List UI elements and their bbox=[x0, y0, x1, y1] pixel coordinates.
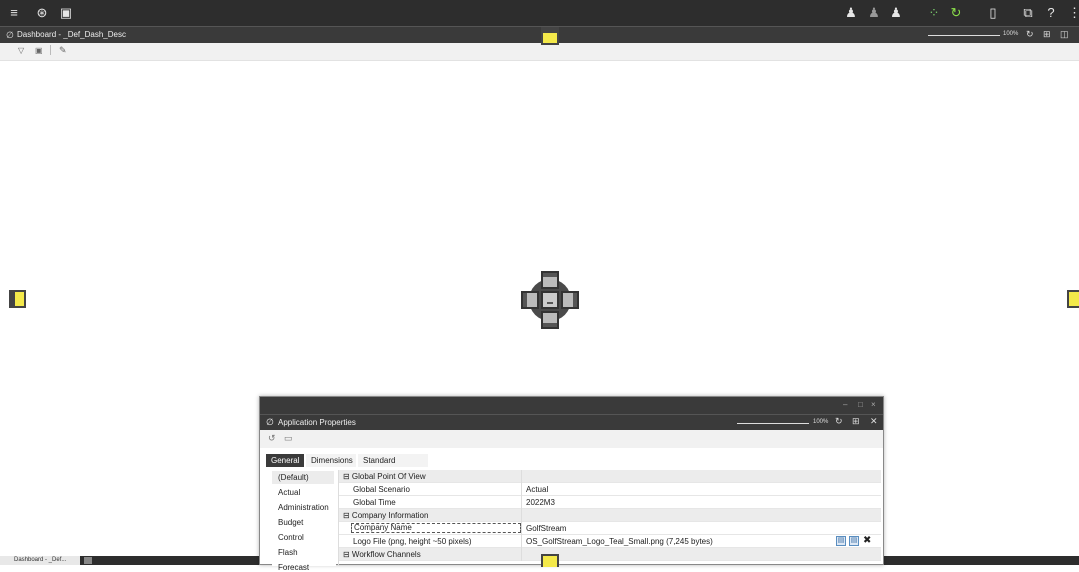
user-icon[interactable]: ♟ bbox=[866, 5, 882, 21]
pin-icon[interactable]: ⊞ bbox=[852, 416, 860, 427]
pin-icon[interactable]: ⊞ bbox=[1043, 29, 1051, 40]
undo-icon[interactable]: ↺ bbox=[268, 433, 276, 444]
column-divider bbox=[521, 483, 522, 496]
list-item[interactable]: Forecast bbox=[278, 563, 309, 572]
list-item[interactable]: Administration bbox=[278, 503, 329, 512]
minimize-icon[interactable]: – bbox=[843, 400, 847, 409]
property-value[interactable]: 2022M3 bbox=[526, 498, 555, 507]
application-properties-dialog: – □ × ∅ Application Properties 100% ↻ ⊞ … bbox=[259, 396, 884, 572]
tab-dashboard[interactable]: Dashboard - _Def... bbox=[0, 556, 80, 565]
export-file-icon[interactable]: ▤ bbox=[849, 536, 859, 546]
app-logo-icon: ∅ bbox=[266, 417, 274, 427]
column-divider bbox=[521, 496, 522, 509]
more-icon[interactable]: ⋮ bbox=[1068, 5, 1079, 21]
zoom-level: 100% bbox=[1003, 31, 1019, 37]
property-category[interactable]: ⊟ Workflow Channels bbox=[339, 548, 881, 561]
list-item[interactable]: (Default) bbox=[278, 473, 309, 482]
window-icon[interactable]: ⧉ bbox=[1020, 5, 1036, 21]
open-file-icon[interactable]: ▤ bbox=[836, 536, 846, 546]
documents-icon[interactable]: ▣ bbox=[58, 5, 74, 21]
dialog-title-bar: ∅ Application Properties 100% ↻ ⊞ ✕ bbox=[260, 414, 883, 430]
column-divider bbox=[521, 548, 522, 561]
dialog-toolbar: ↺ ▭ bbox=[260, 430, 883, 448]
property-grid: ⊟ Global Point Of View Global Scenario A… bbox=[338, 470, 881, 566]
delete-icon[interactable]: ✖ bbox=[863, 535, 871, 546]
dashboard-title-bar: ∅ Dashboard - _Def_Dash_Desc 100% ↻ ⊞ ◫ bbox=[0, 26, 1079, 43]
dock-compass bbox=[520, 270, 580, 330]
column-divider bbox=[521, 509, 522, 522]
list-item[interactable]: Control bbox=[278, 533, 304, 542]
tab-dimensions[interactable]: Dimensions bbox=[306, 454, 356, 467]
list-item[interactable]: Flash bbox=[278, 548, 298, 557]
dock-compass-top[interactable] bbox=[541, 271, 559, 289]
property-value[interactable]: Actual bbox=[526, 485, 548, 494]
property-value[interactable]: OS_GolfStream_Logo_Teal_Small.png (7,245… bbox=[526, 537, 713, 546]
list-item[interactable]: Budget bbox=[278, 518, 303, 527]
category-label: ⊟ Global Point Of View bbox=[343, 472, 426, 481]
dock-compass-bottom[interactable] bbox=[541, 311, 559, 329]
filter-icon[interactable]: ▽ bbox=[18, 46, 24, 55]
spinner-icon[interactable]: ⁘ bbox=[926, 5, 942, 21]
property-category[interactable]: ⊟ Global Point Of View bbox=[339, 470, 881, 483]
dashboard-title: Dashboard - _Def_Dash_Desc bbox=[17, 30, 126, 39]
list-item[interactable]: Actual bbox=[278, 488, 300, 497]
zoom-slider[interactable] bbox=[737, 423, 809, 424]
user-alert-icon[interactable]: ♟ bbox=[888, 5, 904, 21]
user-manage-icon[interactable]: ♟ bbox=[843, 5, 859, 21]
property-label: Logo File (png, height ~50 pixels) bbox=[353, 537, 472, 546]
close-icon[interactable]: ✕ bbox=[870, 416, 878, 427]
property-label: Global Time bbox=[353, 498, 396, 507]
category-label: ⊟ Company Information bbox=[343, 511, 429, 520]
close-window-icon[interactable]: × bbox=[871, 400, 876, 409]
dock-compass-left[interactable] bbox=[521, 291, 539, 309]
tab-general[interactable]: General bbox=[266, 454, 304, 467]
property-label: Global Scenario bbox=[353, 485, 410, 494]
property-category[interactable]: ⊟ Company Information bbox=[339, 509, 881, 522]
zoom-level: 100% bbox=[813, 419, 829, 425]
column-divider bbox=[521, 535, 522, 548]
panel-icon[interactable]: ◫ bbox=[1060, 29, 1069, 40]
dashboard-logo-icon: ∅ bbox=[6, 30, 14, 40]
dialog-title: Application Properties bbox=[278, 418, 356, 427]
dock-compass-right[interactable] bbox=[561, 291, 579, 309]
property-row[interactable]: Company Name GolfStream bbox=[339, 522, 881, 535]
dock-right-indicator[interactable] bbox=[1067, 290, 1079, 308]
clipboard-icon[interactable]: ▯ bbox=[985, 5, 1001, 21]
dock-top-indicator[interactable] bbox=[541, 27, 559, 45]
column-divider bbox=[521, 470, 522, 483]
dialog-caption-bar: – □ × bbox=[260, 397, 883, 414]
tab-standard-reports[interactable]: Standard Reports bbox=[358, 454, 428, 478]
dock-left-indicator[interactable] bbox=[9, 290, 26, 308]
property-row[interactable]: Global Time 2022M3 bbox=[339, 496, 881, 509]
app-top-bar: ≡ ⊛ ▣ ♟ ♟ ♟ ⁘ ↻ ▯ ⧉ ? ⋮ bbox=[0, 0, 1079, 26]
refresh-icon[interactable]: ↻ bbox=[835, 416, 843, 427]
category-label: ⊟ Workflow Channels bbox=[343, 550, 421, 559]
pencil-icon[interactable]: ✎ bbox=[59, 45, 67, 56]
property-row[interactable]: Global Scenario Actual bbox=[339, 483, 881, 496]
zoom-slider[interactable] bbox=[928, 35, 1000, 36]
image-icon[interactable]: ▣ bbox=[35, 46, 43, 55]
dock-bottom-indicator-overlay[interactable] bbox=[541, 554, 559, 567]
menu-icon[interactable]: ≡ bbox=[6, 5, 22, 21]
scenario-type-list: (Default) Actual Administration Budget C… bbox=[272, 470, 336, 572]
dock-compass-center[interactable] bbox=[541, 291, 559, 309]
maximize-icon[interactable]: □ bbox=[858, 400, 863, 409]
property-value[interactable]: GolfStream bbox=[526, 524, 566, 533]
property-row[interactable]: Logo File (png, height ~50 pixels) OS_Go… bbox=[339, 535, 881, 548]
column-divider bbox=[521, 522, 522, 535]
toolbar-divider bbox=[50, 45, 51, 55]
help-icon[interactable]: ? bbox=[1043, 5, 1059, 21]
refresh-icon[interactable]: ↻ bbox=[948, 5, 964, 21]
refresh-icon[interactable]: ↻ bbox=[1026, 29, 1034, 40]
tab-add-icon[interactable] bbox=[84, 557, 92, 564]
property-label: Company Name bbox=[351, 523, 521, 533]
dashboard-toolbar: ▽ ▣ ✎ bbox=[0, 43, 1079, 61]
save-icon[interactable]: ▭ bbox=[284, 433, 293, 444]
globe-icon[interactable]: ⊛ bbox=[34, 5, 50, 21]
